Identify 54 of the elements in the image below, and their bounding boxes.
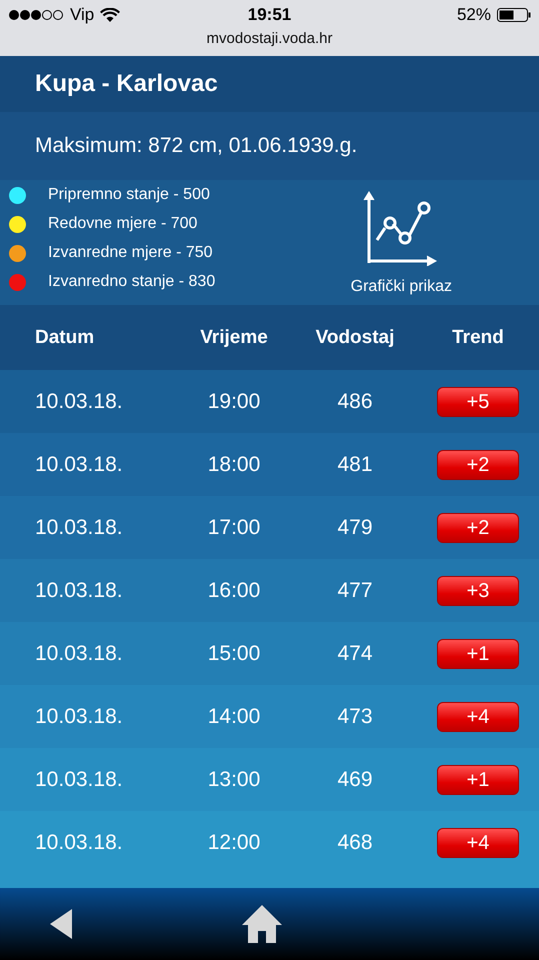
table-cell-text: 12:00 bbox=[206, 830, 262, 854]
url-text[interactable]: mvodostaji.voda.hr bbox=[206, 30, 332, 47]
table-cell-text: 10.03.18. bbox=[34, 830, 124, 854]
table-cell-text: 481 bbox=[336, 452, 374, 476]
column-header: Datum bbox=[34, 326, 96, 348]
table-cell-text: 10.03.18. bbox=[34, 516, 124, 540]
table-cell-text: 479 bbox=[336, 516, 374, 540]
trend-badge: +3 bbox=[437, 576, 519, 606]
table-cell-text: 10.03.18. bbox=[34, 642, 124, 666]
battery-percent: 52% bbox=[456, 5, 491, 25]
wifi-icon bbox=[100, 8, 120, 22]
table-cell-text: 19:00 bbox=[206, 390, 262, 414]
home-button[interactable] bbox=[242, 905, 282, 943]
table-cell-text: 18:00 bbox=[206, 452, 262, 476]
table-cell-text: 16:00 bbox=[206, 578, 262, 602]
maximum-text: Maksimum: 872 cm, 01.06.1939.g. bbox=[35, 134, 358, 158]
legend-label: Izvanredno stanje - 830 bbox=[48, 273, 216, 291]
station-title: Kupa - Karlovac bbox=[35, 70, 218, 98]
trend-badge: +5 bbox=[437, 386, 519, 416]
chart-link[interactable]: Grafički prikaz bbox=[350, 184, 452, 296]
table-cell-text: 474 bbox=[336, 642, 374, 666]
table-cell-text: 477 bbox=[336, 578, 374, 602]
column-header: Trend bbox=[451, 326, 505, 348]
table-cell-text: 14:00 bbox=[206, 704, 262, 728]
column-header: Vrijeme bbox=[199, 326, 269, 348]
legend-label: Izvanredne mjere - 750 bbox=[48, 244, 213, 262]
trend-badge: +1 bbox=[437, 764, 519, 794]
signal-icon bbox=[8, 9, 64, 21]
legend-label: Pripremno stanje - 500 bbox=[48, 186, 210, 204]
clock-time: 19:51 bbox=[248, 5, 292, 25]
carrier-name: Vip bbox=[70, 5, 94, 25]
trend-badge: +1 bbox=[437, 638, 519, 668]
table-cell-text: 486 bbox=[336, 390, 374, 414]
column-header: Vodostaj bbox=[314, 326, 396, 348]
table-cell-text: 10.03.18. bbox=[34, 704, 124, 728]
trend-badge: +2 bbox=[437, 512, 519, 542]
table-cell-text: 13:00 bbox=[206, 768, 262, 792]
trend-badge: +4 bbox=[437, 702, 519, 732]
battery-icon bbox=[496, 8, 531, 22]
trend-badge: +2 bbox=[437, 450, 519, 480]
table-cell-text: 10.03.18. bbox=[34, 768, 124, 792]
table-cell-text: 17:00 bbox=[206, 516, 262, 540]
table-cell-text: 10.03.18. bbox=[34, 390, 124, 414]
table-cell-text: 10.03.18. bbox=[34, 452, 124, 476]
table-cell-text: 15:00 bbox=[206, 642, 262, 666]
table-cell-text: 468 bbox=[336, 830, 374, 854]
table-cell-text: 473 bbox=[336, 704, 374, 728]
home-icon bbox=[242, 905, 282, 943]
table-cell-text: 469 bbox=[336, 768, 374, 792]
table-cell-text: 10.03.18. bbox=[34, 578, 124, 602]
back-arrow-icon bbox=[50, 909, 72, 939]
trend-badge: +4 bbox=[437, 828, 519, 858]
legend-label: Redovne mjere - 700 bbox=[48, 215, 198, 233]
back-button[interactable] bbox=[50, 909, 72, 939]
